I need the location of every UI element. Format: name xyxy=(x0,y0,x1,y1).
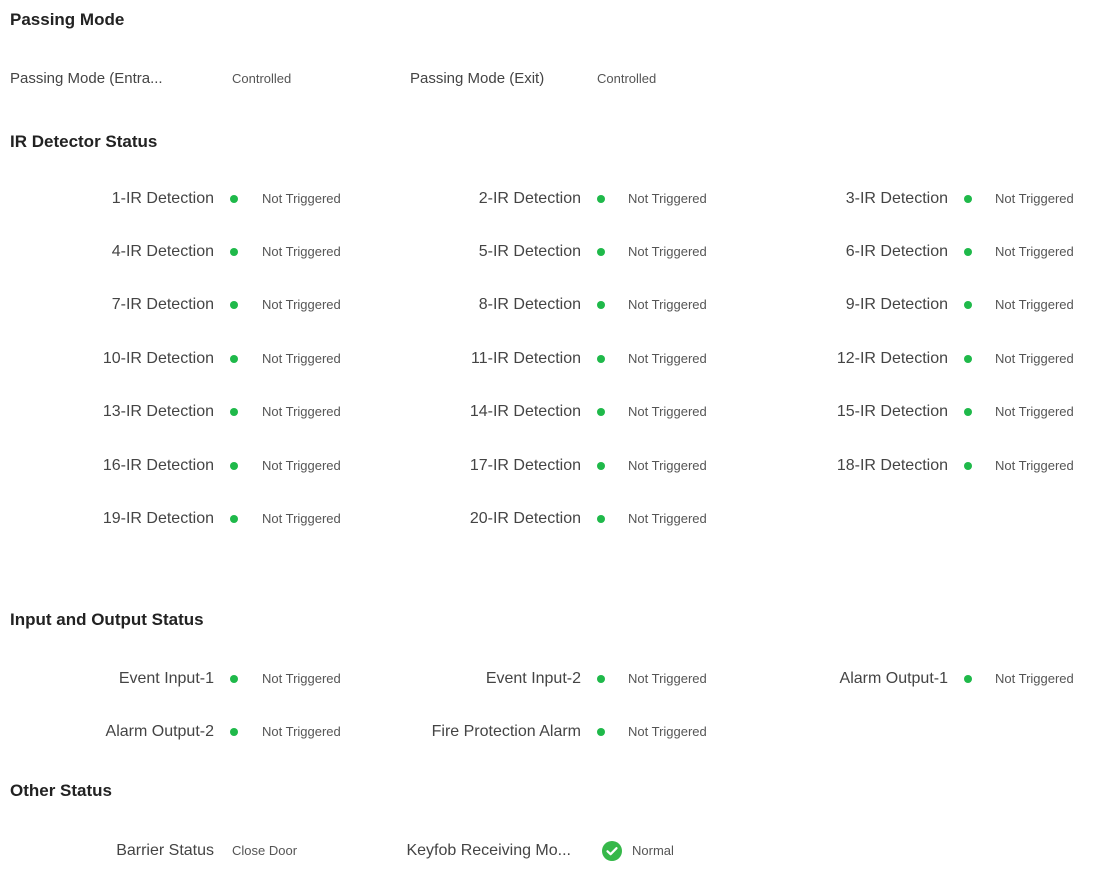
green-dot-icon xyxy=(964,301,972,309)
status-label: Fire Protection Alarm xyxy=(431,723,581,740)
green-dot-icon xyxy=(964,462,972,470)
green-dot-icon xyxy=(964,195,972,203)
status-item: 12-IR Detection Not Triggered xyxy=(0,347,1098,371)
status-label-cell: 6-IR Detection xyxy=(0,240,948,264)
status-item: 15-IR Detection Not Triggered xyxy=(0,400,1098,424)
passing-mode-row: Passing Mode (Entra... Controlled Passin… xyxy=(0,67,1098,91)
status-label: 20-IR Detection xyxy=(469,510,581,527)
green-dot-icon xyxy=(597,515,605,523)
keyfob-value: Normal xyxy=(632,843,674,858)
status-item: 18-IR Detection Not Triggered xyxy=(0,454,1098,478)
status-value: Not Triggered xyxy=(628,511,707,526)
status-value: Not Triggered xyxy=(995,191,1074,206)
green-dot-icon xyxy=(964,408,972,416)
ir-detector-title: IR Detector Status xyxy=(10,132,158,151)
status-item: 6-IR Detection Not Triggered xyxy=(0,240,1098,264)
status-item: 20-IR Detection Not Triggered xyxy=(0,507,1098,531)
status-label-cell: 12-IR Detection xyxy=(0,347,948,371)
passing-mode-entrance-value: Controlled xyxy=(232,71,292,86)
status-item: Fire Protection Alarm Not Triggered xyxy=(0,720,1098,744)
status-value: Not Triggered xyxy=(995,244,1074,259)
green-dot-icon xyxy=(597,728,605,736)
status-label-cell: 15-IR Detection xyxy=(0,400,948,424)
status-item: 3-IR Detection Not Triggered xyxy=(0,187,1098,211)
status-value: Not Triggered xyxy=(995,458,1074,473)
passing-mode-exit-label: Passing Mode (Exit) xyxy=(410,70,545,87)
green-dot-icon xyxy=(964,355,972,363)
passing-mode-entrance-label: Passing Mode (Entra... xyxy=(10,70,163,87)
keyfob-cell: Keyfob Receiving Mo... xyxy=(0,839,571,863)
status-item: Alarm Output-1 Not Triggered xyxy=(0,667,1098,691)
status-label: 12-IR Detection xyxy=(836,350,948,367)
io-status-title: Input and Output Status xyxy=(10,610,204,629)
passing-mode-exit-value: Controlled xyxy=(597,71,657,86)
other-status-row: Barrier Status Close Door Keyfob Receivi… xyxy=(0,839,1098,863)
status-label: 3-IR Detection xyxy=(845,190,948,207)
status-label-cell: 9-IR Detection xyxy=(0,293,948,317)
status-label: 6-IR Detection xyxy=(845,243,948,260)
status-value: Not Triggered xyxy=(995,297,1074,312)
passing-mode-title: Passing Mode xyxy=(10,10,125,29)
status-label: Alarm Output-1 xyxy=(839,670,948,687)
status-item: 9-IR Detection Not Triggered xyxy=(0,293,1098,317)
status-label: 9-IR Detection xyxy=(845,296,948,313)
green-dot-icon xyxy=(964,675,972,683)
status-label-cell: Alarm Output-1 xyxy=(0,667,948,691)
check-circle-icon xyxy=(602,841,622,861)
status-label: 18-IR Detection xyxy=(836,457,948,474)
status-label-cell: 20-IR Detection xyxy=(0,507,581,531)
status-label-cell: Fire Protection Alarm xyxy=(0,720,581,744)
status-value: Not Triggered xyxy=(995,351,1074,366)
other-status-title: Other Status xyxy=(10,781,113,800)
green-dot-icon xyxy=(964,248,972,256)
keyfob-label: Keyfob Receiving Mo... xyxy=(406,842,571,859)
status-value: Not Triggered xyxy=(995,404,1074,419)
status-label-cell: 3-IR Detection xyxy=(0,187,948,211)
status-value: Not Triggered xyxy=(628,724,707,739)
status-value: Not Triggered xyxy=(995,671,1074,686)
status-label: 15-IR Detection xyxy=(836,403,948,420)
status-label-cell: 18-IR Detection xyxy=(0,454,948,478)
